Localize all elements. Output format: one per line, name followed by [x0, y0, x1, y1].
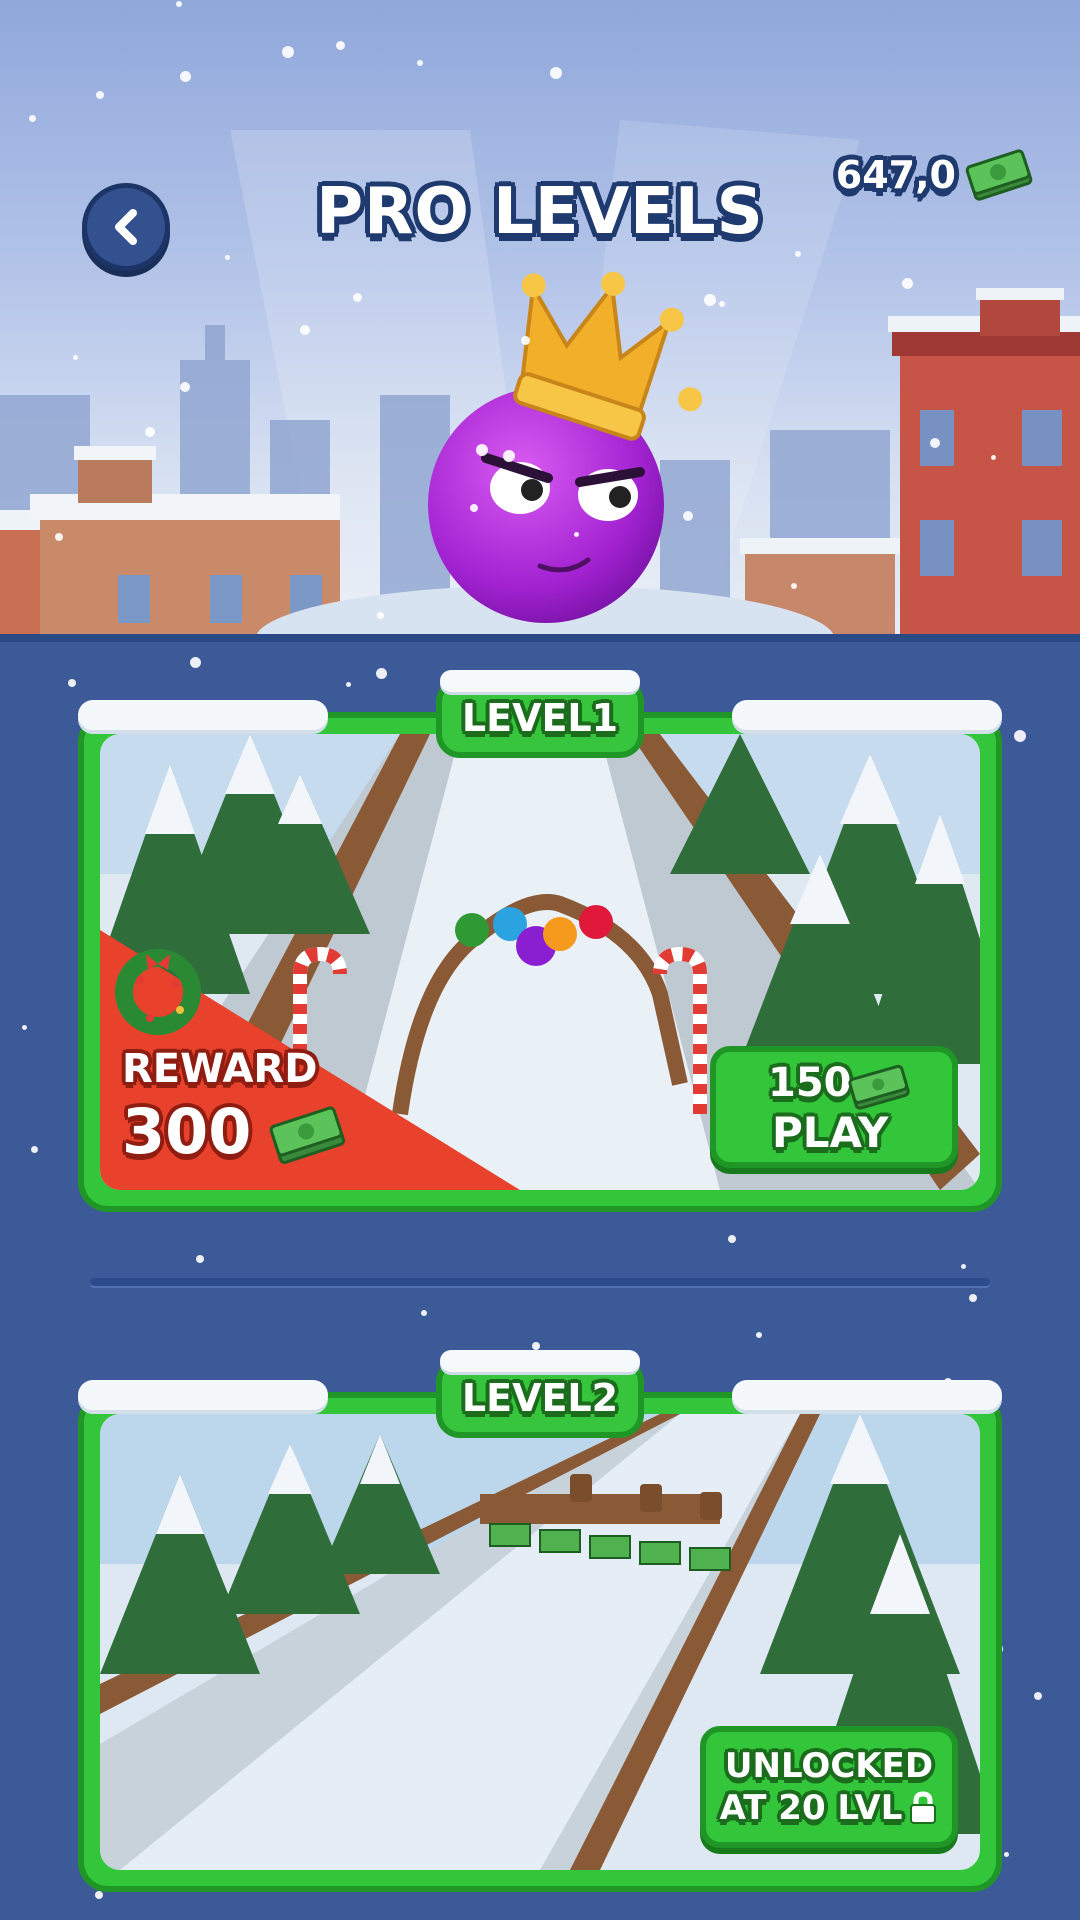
- snowflake: [176, 1, 182, 7]
- snowflake: [969, 1294, 977, 1302]
- snowflake: [145, 427, 155, 437]
- level-1-preview: REWARD 300 150 PLAY: [100, 734, 980, 1190]
- snowflake: [1004, 1852, 1009, 1857]
- snowflake: [196, 1255, 204, 1263]
- snowflake: [476, 444, 488, 456]
- snowflake: [1034, 1692, 1042, 1700]
- snowflake: [756, 1332, 762, 1338]
- reward-badge: REWARD 300: [100, 930, 540, 1190]
- snowflake: [190, 657, 201, 668]
- lock-icon: [910, 1791, 937, 1824]
- snowflake: [353, 293, 362, 302]
- snowflake: [991, 455, 996, 460]
- reward-amount: 300: [122, 1095, 252, 1168]
- cash-icon: [965, 149, 1033, 201]
- level-card-1[interactable]: REWARD 300 150 PLAY LEVEL1: [78, 670, 1002, 1212]
- header-divider: [0, 634, 1080, 642]
- snowflake: [22, 1025, 27, 1030]
- unlock-requirement-badge: UNLOCKED AT 20 LVL: [700, 1726, 958, 1848]
- snowflake: [377, 612, 384, 619]
- snowflake: [31, 1146, 38, 1153]
- unlock-line1: UNLOCKED: [724, 1746, 934, 1786]
- snowflake: [1014, 730, 1026, 742]
- snowflake: [600, 220, 608, 228]
- snowflake: [521, 336, 530, 345]
- level-2-preview: UNLOCKED AT 20 LVL: [100, 1414, 980, 1870]
- cash-icon: [269, 1106, 346, 1164]
- snowflake: [704, 294, 716, 306]
- snowflake: [300, 325, 310, 335]
- snowflake: [68, 679, 76, 687]
- snowflake: [180, 71, 191, 82]
- currency-balance: 647,0: [836, 148, 1034, 202]
- balance-value: 647,0: [835, 153, 956, 197]
- snowflake: [96, 91, 104, 99]
- snowflake: [503, 450, 515, 462]
- snowflake: [225, 255, 230, 260]
- cash-icon: [848, 1064, 910, 1110]
- snowflake: [532, 1342, 540, 1350]
- level-1-tag: LEVEL1: [436, 670, 644, 758]
- header-banner: PRO LEVELS 647,0: [0, 0, 1080, 640]
- snowflake: [180, 382, 190, 392]
- snowflake: [728, 1235, 736, 1243]
- snowflake: [421, 1310, 427, 1316]
- winter-city-background: [0, 120, 1080, 640]
- snowflake: [574, 532, 579, 537]
- snowflake: [550, 67, 562, 79]
- snowflake: [791, 583, 797, 589]
- snowflake: [376, 668, 387, 679]
- christmas-wreath-icon: [115, 949, 201, 1035]
- play-button[interactable]: 150 PLAY: [710, 1046, 958, 1168]
- level-card-2[interactable]: UNLOCKED AT 20 LVL LEVEL2: [78, 1350, 1002, 1892]
- play-label: PLAY: [772, 1108, 889, 1157]
- level-2-title: LEVEL2: [461, 1376, 619, 1420]
- unlock-line2: AT 20 LVL: [719, 1788, 903, 1828]
- snowflake: [29, 115, 36, 122]
- snowflake: [417, 60, 423, 66]
- snowflake: [902, 278, 913, 289]
- snowflake: [282, 46, 294, 58]
- play-cost: 150: [768, 1060, 852, 1106]
- snowflake: [73, 355, 78, 360]
- snowflake: [470, 504, 478, 512]
- reward-label: REWARD: [122, 1046, 318, 1092]
- snowflake: [55, 533, 63, 541]
- snowflake: [336, 41, 345, 50]
- snowflake: [795, 251, 801, 257]
- snowflake: [95, 1891, 103, 1899]
- level-1-title: LEVEL1: [461, 696, 619, 740]
- snowflake: [961, 1264, 966, 1269]
- section-divider: [90, 1278, 990, 1286]
- level-2-tag: LEVEL2: [436, 1350, 644, 1438]
- snowflake: [683, 511, 693, 521]
- snowflake: [719, 301, 725, 307]
- snowflake: [346, 682, 351, 687]
- snowflake: [930, 438, 940, 448]
